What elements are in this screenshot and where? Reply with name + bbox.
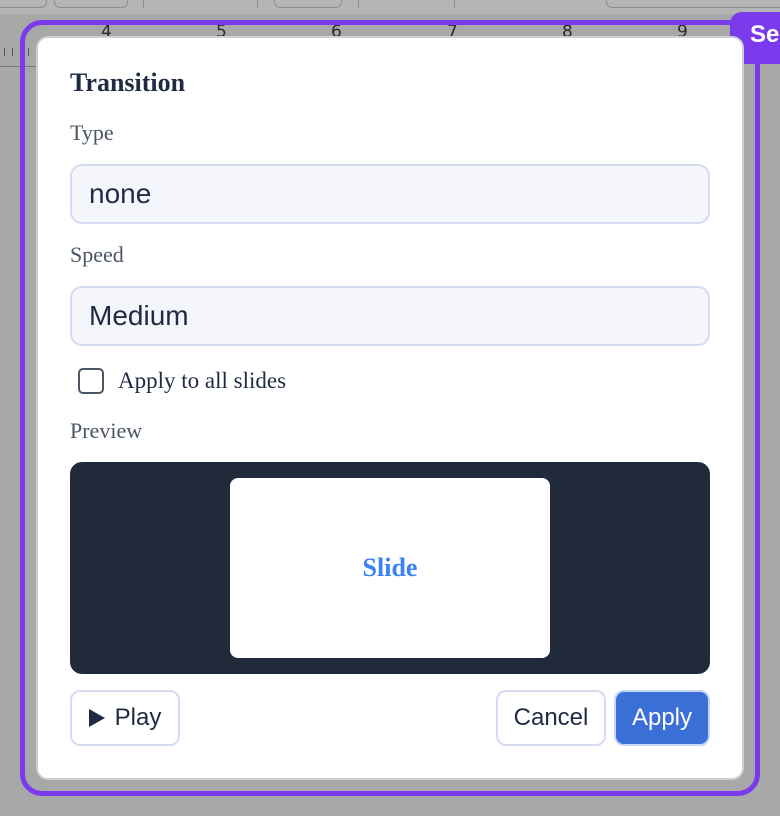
toolbar-separator xyxy=(454,0,455,8)
toolbar-separator xyxy=(143,0,144,8)
cancel-button[interactable]: Cancel xyxy=(496,690,606,746)
play-button-label: Play xyxy=(114,704,162,731)
speed-select[interactable]: Medium xyxy=(70,286,710,346)
toolbar-separator xyxy=(358,0,359,8)
play-button[interactable]: Play xyxy=(70,690,180,746)
toolbar-button xyxy=(606,0,780,8)
toolbar-button xyxy=(54,0,128,8)
preview-slide: Slide xyxy=(230,478,550,658)
speed-label: Speed xyxy=(70,242,124,267)
toolbar-button xyxy=(274,0,342,8)
type-select[interactable]: none xyxy=(70,164,710,224)
background-toolbar xyxy=(0,0,780,14)
play-icon xyxy=(88,709,105,727)
apply-all-row[interactable]: Apply to all slides xyxy=(78,367,286,395)
apply-button[interactable]: Apply xyxy=(614,690,710,746)
ruler-tick xyxy=(12,48,13,56)
preview-label: Preview xyxy=(70,418,143,443)
toolbar-button xyxy=(0,0,47,8)
apply-all-checkbox[interactable] xyxy=(78,368,104,394)
apply-all-label[interactable]: Apply to all slides xyxy=(118,368,286,394)
preview-area: Slide xyxy=(70,462,710,674)
ruler-tick xyxy=(4,48,5,56)
type-label: Type xyxy=(70,120,114,145)
toolbar-separator xyxy=(257,0,258,8)
dialog-title: Transition xyxy=(70,68,186,97)
slide-text: Slide xyxy=(362,553,418,582)
transition-dialog: Transition Type none Speed Medium Apply … xyxy=(38,38,742,778)
